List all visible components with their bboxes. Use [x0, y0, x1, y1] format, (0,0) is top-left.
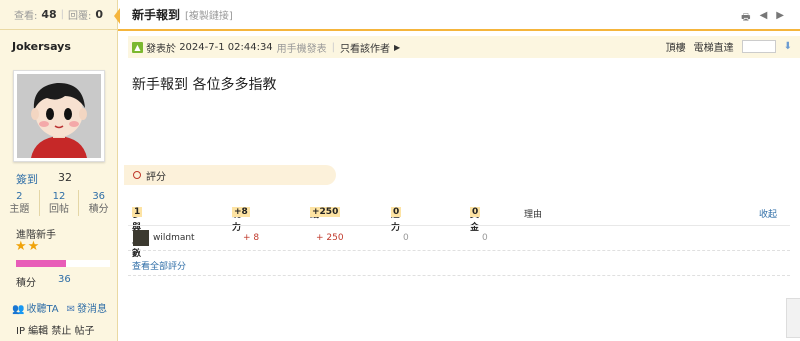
avatar[interactable] [13, 70, 105, 162]
posted-label: 發表於 [146, 43, 176, 55]
posted-time: 2024-7-1 02:44:34 [179, 41, 273, 53]
elevator-label: 電梯直達 [693, 43, 734, 54]
ban-link[interactable]: 禁止 [51, 326, 71, 337]
rating-table-header: 參與人數 1 魄力 +8 錢 +250 魅力 0 黃金 0 理由 收起 [132, 207, 788, 259]
rating-value: 0 [482, 233, 488, 243]
floor-label: 頂樓 [665, 43, 686, 54]
participants-count: 1 [132, 207, 143, 217]
replies-label: 回覆: [68, 11, 92, 22]
signin-label[interactable]: 簽到 [16, 173, 38, 186]
post-meta-bar: ▲ 發表於 2024-7-1 02:44:34 用手機發表 | 只看該作者 ▶ … [128, 36, 800, 58]
thread-header: 新手報到 [複製鏈接] 🖶 ◀ ▶ [118, 0, 800, 31]
count-label: 積分 [88, 204, 109, 215]
signin-stat: 簽到 32 [16, 171, 72, 187]
replies-count: 0 [95, 8, 104, 21]
rating-divider [128, 275, 790, 276]
col3-total: 0 [391, 207, 402, 217]
count-label: 主題 [9, 204, 30, 215]
edit-link[interactable]: 編輯 [28, 326, 48, 337]
mobile-post-link[interactable]: 用手機發表 [277, 40, 327, 55]
thread-title: 新手報到 [132, 8, 181, 22]
floor-jump-input[interactable] [741, 40, 776, 53]
rating-divider [128, 250, 790, 251]
admin-links: IP 編輯 禁止 帖子 [16, 322, 95, 337]
count-points[interactable]: 36 積分 [78, 190, 118, 216]
follow-icon: 👥 [12, 304, 25, 315]
points-stat: 積分 36 [16, 274, 71, 289]
posts-link[interactable]: 帖子 [75, 326, 95, 337]
view-all-ratings-link[interactable]: 查看全部評分 [132, 259, 186, 272]
print-icon[interactable]: 🖶 [741, 10, 750, 27]
caret-right-icon: ▶ [394, 42, 401, 52]
user-counts: 2 主題 12 回帖 36 積分 [0, 190, 118, 216]
col1-total: +8 [232, 207, 250, 217]
user-actions: 👥 收聽TA ✉ 發消息 [12, 300, 107, 315]
signin-value: 32 [58, 171, 72, 184]
count-label: 回帖 [49, 204, 69, 215]
rating-value: + 8 [243, 233, 260, 243]
post-main: 新手報到 [複製鏈接] 🖶 ◀ ▶ ▲ 發表於 2024-7-1 02:44:3… [118, 0, 800, 341]
message-label: 發消息 [77, 304, 108, 315]
rank-progress-bar [16, 260, 110, 267]
follow-label: 收聽TA [26, 304, 59, 315]
online-status-icon: ▲ [132, 41, 143, 53]
post-content: 新手報到 各位多多指教 [132, 77, 277, 93]
rating-title: 評分 [146, 171, 166, 183]
only-author-link[interactable]: 只看該作者 [340, 40, 390, 55]
thread-stats: 查看: 48 | 回覆: 0 [0, 0, 117, 30]
rank-progress-fill [16, 260, 66, 267]
envelope-icon: ✉ [66, 304, 76, 315]
rating-row: wildmant + 8 + 250 0 0 [132, 230, 788, 246]
count-number: 2 [16, 191, 23, 202]
user-sidebar: 查看: 48 | 回覆: 0 Jokersays 簽到 32 2 主題 12 回… [0, 0, 118, 341]
floor-controls: 頂樓 電梯直達 ⬇ [666, 39, 792, 54]
points-value: 36 [58, 274, 71, 285]
rating-header: 評分 [124, 165, 336, 185]
meta-divider: | [331, 41, 336, 53]
count-number: 36 [92, 191, 106, 202]
count-threads[interactable]: 2 主題 [0, 190, 39, 216]
points-label: 積分 [16, 278, 36, 289]
collapse-link[interactable]: 收起 [759, 207, 777, 220]
count-number: 12 [52, 191, 66, 202]
avatar-image [17, 74, 101, 158]
views-count: 48 [41, 8, 57, 21]
reason-header: 理由 [524, 210, 543, 220]
thread-tools: 🖶 ◀ ▶ [741, 10, 784, 27]
rater-name[interactable]: wildmant [153, 233, 195, 243]
follow-button[interactable]: 👥 收聽TA [12, 300, 59, 315]
views-label: 查看: [13, 11, 38, 22]
username[interactable]: Jokersays [12, 40, 71, 53]
next-icon[interactable]: ▶ [776, 10, 784, 27]
rating-value: 0 [403, 233, 409, 243]
stats-divider: | [60, 9, 65, 20]
message-button[interactable]: ✉ 發消息 [67, 300, 107, 315]
side-float-button[interactable] [786, 298, 800, 338]
prev-icon[interactable]: ◀ [760, 10, 768, 27]
rank-stars-icon: ★★ [15, 239, 41, 254]
rating-divider [128, 225, 790, 226]
rating-circle-icon [133, 171, 141, 179]
rating-value: + 250 [316, 233, 344, 243]
copy-link-button[interactable]: [複製鏈接] [185, 7, 233, 22]
jump-down-icon[interactable]: ⬇ [784, 41, 792, 52]
count-replies[interactable]: 12 回帖 [38, 190, 79, 216]
col2-total: +250 [310, 207, 341, 217]
ip-link[interactable]: IP [16, 326, 25, 337]
col4-total: 0 [470, 207, 481, 217]
rater-avatar[interactable] [133, 230, 149, 246]
